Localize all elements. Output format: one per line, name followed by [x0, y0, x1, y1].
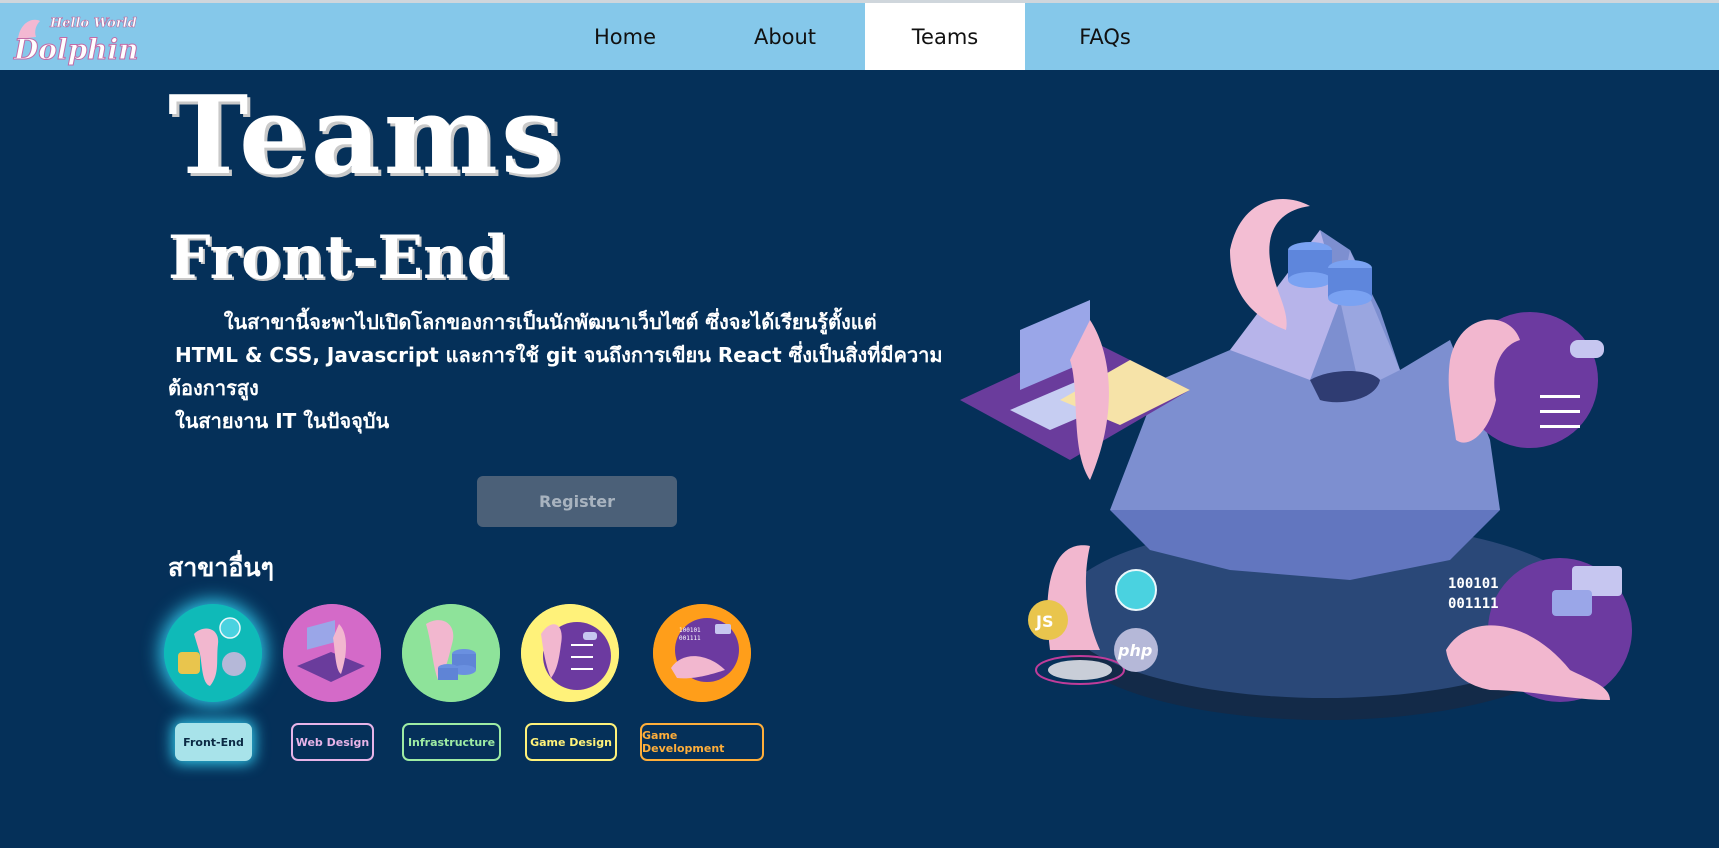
- register-button[interactable]: Register: [477, 476, 677, 527]
- section-title: Front-End: [168, 223, 509, 293]
- branch-web-design-image[interactable]: [283, 604, 381, 702]
- nav-faqs[interactable]: FAQs: [1025, 3, 1185, 70]
- dolphin-gamepad-icon: [521, 604, 619, 702]
- branch-binary-2: 001111: [679, 635, 701, 642]
- dolphin-mountain-illustration-icon: 100101 001111 JS php: [960, 198, 1632, 720]
- nav-teams[interactable]: Teams: [865, 3, 1025, 70]
- dolphin-js-php-icon: [164, 604, 262, 702]
- branch-tag-game-design[interactable]: Game Design: [525, 723, 617, 761]
- description-line-4: ในสายงาน IT ในปัจจุบัน: [168, 409, 390, 433]
- binary-text-1: 100101: [1448, 576, 1499, 592]
- branch-tag-game-development[interactable]: Game Development: [640, 723, 764, 761]
- branch-infrastructure-image[interactable]: [402, 604, 500, 702]
- branch-tag-infrastructure[interactable]: Infrastructure: [402, 723, 501, 761]
- page-title: Teams: [168, 73, 565, 199]
- branch-tag-front-end[interactable]: Front-End: [175, 723, 252, 761]
- hero-illustration: 100101 001111 JS php: [930, 110, 1650, 750]
- branch-binary-1: 100101: [679, 627, 701, 634]
- dolphin-database-icon: [402, 604, 500, 702]
- main-content: Teams Front-End ในสาขานี้จะพาไปเปิดโลกขอ…: [0, 70, 1719, 848]
- dolphin-code-icon: 100101 001111: [653, 604, 751, 702]
- other-branches-title: สาขาอื่นๆ: [168, 553, 274, 582]
- description-line-3: ต้องการสูง: [168, 376, 259, 400]
- dolphin-logo-icon: Hello World Dolphin: [13, 16, 140, 67]
- php-label: php: [1117, 641, 1152, 660]
- logo-main-text: Dolphin: [13, 33, 139, 66]
- logo[interactable]: Hello World Dolphin: [10, 9, 140, 69]
- navbar: Hello World Dolphin Home About Teams FAQ…: [0, 3, 1719, 70]
- js-label: JS: [1035, 612, 1053, 631]
- nav-about[interactable]: About: [705, 3, 865, 70]
- dolphin-laptop-icon: [283, 604, 381, 702]
- description: ในสาขานี้จะพาไปเปิดโลกของการเป็นนักพัฒนา…: [168, 306, 943, 438]
- branch-game-design-image[interactable]: [521, 604, 619, 702]
- branch-tag-web-design[interactable]: Web Design: [291, 723, 374, 761]
- description-line-1: ในสาขานี้จะพาไปเปิดโลกของการเป็นนักพัฒนา…: [168, 310, 877, 334]
- branch-front-end-image[interactable]: [164, 604, 262, 702]
- branch-game-development-image[interactable]: 100101 001111: [653, 604, 751, 702]
- nav-home[interactable]: Home: [545, 3, 705, 70]
- logo-top-text: Hello World: [49, 16, 137, 31]
- binary-text-2: 001111: [1448, 596, 1499, 612]
- description-line-2: HTML & CSS, Javascript และการใช้ git จนถ…: [168, 343, 943, 367]
